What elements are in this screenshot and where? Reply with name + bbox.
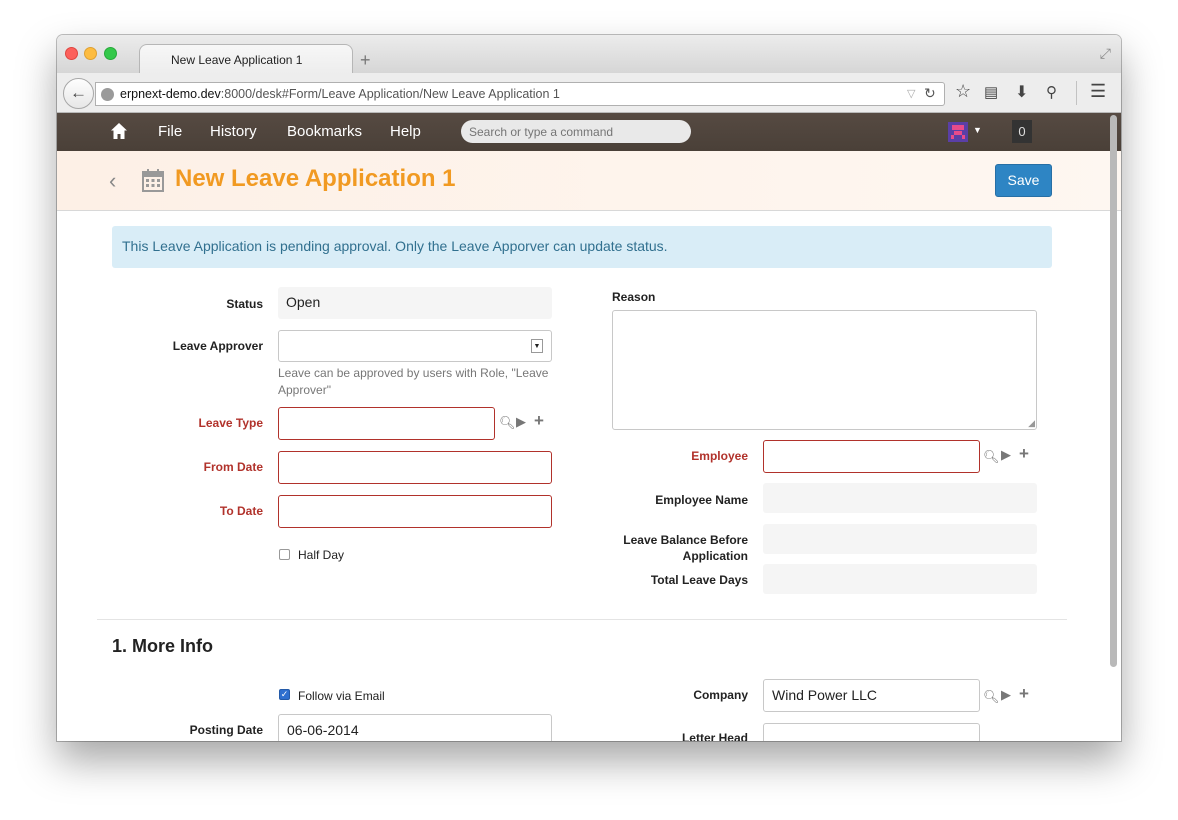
letter-head-label: Letter Head	[681, 731, 748, 741]
to-date-label: To Date	[219, 504, 263, 518]
url-bar[interactable]: erpnext-demo.dev:8000/desk#Form/Leave Ap…	[95, 82, 945, 106]
search-icon[interactable]: 🔍︎	[499, 415, 516, 431]
company-input[interactable]: Wind Power LLC	[763, 679, 980, 712]
add-icon[interactable]: +	[1019, 444, 1029, 464]
company-label: Company	[693, 688, 748, 702]
browser-toolbar: erpnext-demo.dev:8000/desk#Form/Leave Ap…	[57, 73, 1121, 113]
download-icon[interactable]: ⬇	[1015, 82, 1028, 102]
close-window-button[interactable]	[65, 47, 78, 60]
back-arrow-icon: ←	[70, 83, 87, 102]
search-icon[interactable]: 🔍︎	[983, 689, 1000, 705]
half-day-label: Half Day	[298, 548, 345, 562]
tab-title: New Leave Application 1	[171, 53, 303, 67]
employee-name-label: Employee Name	[655, 493, 748, 507]
url-path: :8000/desk#Form/Leave Application/New Le…	[220, 87, 560, 101]
leave-type-input[interactable]	[278, 407, 495, 440]
employee-name-field	[763, 483, 1037, 513]
page-title: New Leave Application 1	[175, 165, 456, 192]
search-icon[interactable]: 🔍︎	[983, 449, 1000, 465]
menu-file[interactable]: File	[158, 123, 182, 140]
command-search-input[interactable]	[461, 120, 691, 143]
section-divider	[97, 619, 1067, 620]
globe-icon	[101, 88, 114, 101]
open-link-icon[interactable]: ▶	[1001, 447, 1011, 463]
half-day-checkbox[interactable]	[279, 549, 290, 560]
save-button[interactable]: Save	[995, 164, 1052, 197]
resize-handle-icon[interactable]: ◢	[1028, 418, 1035, 429]
page-header: ‹ New Leave Application 1 Save	[57, 151, 1121, 211]
to-date-input[interactable]	[278, 495, 552, 528]
reason-textarea[interactable]: ◢	[612, 310, 1037, 430]
open-link-icon[interactable]: ▶	[516, 414, 526, 430]
bookmark-star-icon[interactable]: ☆	[955, 81, 971, 102]
menu-icon[interactable]: ☰	[1090, 81, 1106, 102]
minimize-window-button[interactable]	[84, 47, 97, 60]
leave-approver-label: Leave Approver	[172, 339, 263, 353]
browser-window: New Leave Application 1 + ⤢ erpnext-demo…	[57, 35, 1121, 741]
calendar-icon	[142, 169, 164, 192]
leave-balance-label: Leave Balance Before Application	[623, 533, 748, 563]
section-title: 1. More Info	[112, 636, 214, 656]
menu-help[interactable]: Help	[390, 123, 421, 140]
notification-count[interactable]: 0	[1012, 120, 1032, 143]
leave-balance-field	[763, 524, 1037, 554]
new-tab-icon[interactable]: +	[360, 50, 371, 71]
dropdown-arrow-icon[interactable]: ▼	[531, 339, 543, 353]
maximize-window-button[interactable]	[104, 47, 117, 60]
avatar[interactable]	[948, 122, 968, 142]
scrollbar[interactable]	[1110, 115, 1117, 667]
menu-bookmarks[interactable]: Bookmarks	[287, 123, 362, 140]
leave-approver-help: Leave can be approved by users with Role…	[278, 366, 549, 397]
url-host: erpnext-demo.dev	[120, 87, 221, 101]
from-date-label: From Date	[203, 460, 263, 474]
leave-type-label: Leave Type	[198, 416, 263, 430]
browser-tab[interactable]: New Leave Application 1	[139, 44, 353, 74]
open-link-icon[interactable]: ▶	[1001, 687, 1011, 703]
follow-email-label: Follow via Email	[298, 689, 385, 703]
back-button[interactable]: ←	[63, 78, 94, 109]
reason-label: Reason	[612, 290, 656, 304]
home-icon[interactable]	[110, 122, 128, 140]
employee-input[interactable]	[763, 440, 980, 473]
status-field: Open	[278, 287, 552, 319]
follow-email-checkbox[interactable]: ✓	[279, 689, 290, 700]
leave-approver-select[interactable]: ▼	[278, 330, 552, 362]
from-date-input[interactable]	[278, 451, 552, 484]
chevron-left-icon[interactable]: ‹	[109, 168, 116, 194]
posting-date-input[interactable]: 06-06-2014	[278, 714, 552, 741]
addon-icon[interactable]: ⚲	[1046, 83, 1057, 101]
total-leave-days-field	[763, 564, 1037, 594]
employee-label: Employee	[691, 449, 748, 463]
menu-history[interactable]: History	[210, 123, 257, 140]
total-leave-days-label: Total Leave Days	[650, 573, 748, 587]
app-content: File History Bookmarks Help ▼ 0 ‹	[57, 113, 1121, 741]
app-navbar: File History Bookmarks Help ▼ 0	[57, 113, 1121, 151]
title-bar: New Leave Application 1 + ⤢	[57, 35, 1121, 74]
reading-list-icon[interactable]: ▤	[984, 83, 998, 101]
posting-date-label: Posting Date	[189, 723, 263, 737]
status-label: Status	[226, 297, 263, 311]
fullscreen-icon[interactable]: ⤢	[1100, 45, 1111, 62]
chevron-down-icon[interactable]: ▼	[973, 125, 982, 135]
letter-head-input[interactable]	[763, 723, 980, 741]
add-icon[interactable]: +	[1019, 684, 1029, 704]
toolbar-divider	[1076, 81, 1077, 105]
add-icon[interactable]: +	[534, 411, 544, 431]
reload-icon[interactable]: ↻	[924, 82, 936, 104]
status-alert: This Leave Application is pending approv…	[112, 226, 1052, 268]
url-dropdown-icon[interactable]: ▽	[907, 83, 915, 105]
